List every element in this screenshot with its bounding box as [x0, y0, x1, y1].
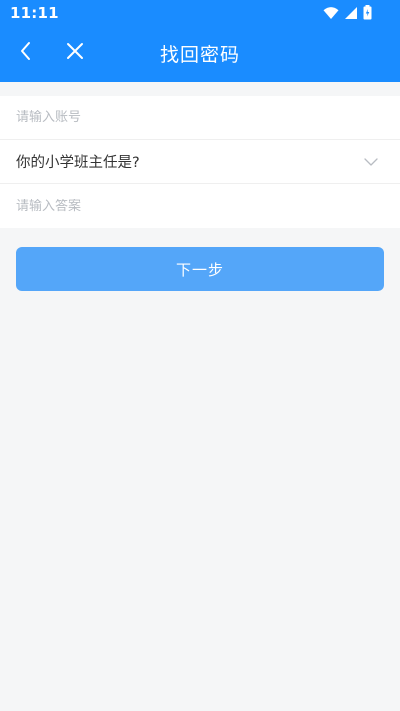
status-time: 11:11 — [10, 4, 59, 22]
recover-form: 你的小学班主任是? — [0, 96, 400, 228]
status-icons — [323, 5, 372, 24]
page-title: 找回密码 — [159, 44, 240, 66]
battery-icon — [363, 5, 372, 24]
signal-icon — [344, 5, 358, 24]
status-bar: 11:11 — [0, 0, 400, 28]
next-button[interactable]: 下一步 — [16, 247, 384, 291]
account-input[interactable] — [16, 110, 378, 125]
account-row — [0, 96, 400, 140]
security-question-select[interactable]: 你的小学班主任是? — [0, 140, 400, 184]
nav-bar: 找回密码 — [0, 28, 400, 82]
app-header: 11:11 找回密码 — [0, 0, 400, 82]
chevron-down-icon — [364, 155, 378, 169]
answer-row — [0, 184, 400, 228]
security-question-value: 你的小学班主任是? — [16, 155, 140, 171]
answer-input[interactable] — [16, 198, 378, 214]
wifi-icon — [323, 5, 339, 24]
